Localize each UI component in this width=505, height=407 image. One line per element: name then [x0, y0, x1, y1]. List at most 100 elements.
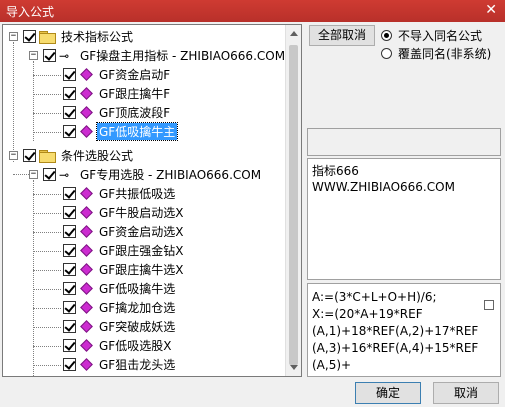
key-icon: ⊸	[59, 48, 70, 63]
formula-line: (A,3)+16*REF(A,4)+15*REF	[312, 341, 479, 355]
group-label: 条件选股公式	[61, 149, 134, 163]
expander-icon[interactable]: −	[29, 170, 38, 179]
item-label: GF跟庄强金钻X	[99, 244, 184, 258]
checkbox[interactable]	[63, 68, 76, 81]
radio-overwrite[interactable]: 覆盖同名(非系统)	[381, 45, 491, 62]
checkbox[interactable]	[63, 106, 76, 119]
subgroup-label: GF专用选股 - ZHIBIAO666.COM	[80, 168, 262, 182]
expander-icon[interactable]: −	[9, 32, 18, 41]
tree-item[interactable]: GF跟庄强金钻X	[63, 241, 185, 260]
tree-subgroup[interactable]: ⊸ GF操盘主用指标 - ZHIBIAO666.COM	[43, 46, 287, 65]
checkbox[interactable]	[63, 244, 76, 257]
formula-icon	[80, 358, 93, 371]
tree-line	[33, 365, 61, 366]
item-label: GF资金启动F	[99, 68, 171, 82]
formula-icon	[80, 125, 93, 138]
formula-icon	[80, 282, 93, 295]
tree-item[interactable]: GF低吸选股X	[63, 336, 173, 355]
folder-icon	[39, 30, 56, 44]
item-label: GF牛股启动选X	[99, 206, 184, 220]
item-label: GF跟庄擒牛F	[99, 87, 171, 101]
deselect-all-button[interactable]: 全部取消	[309, 25, 375, 46]
scroll-thumb[interactable]	[289, 45, 298, 365]
tree-item[interactable]: GF跟庄擒牛F	[63, 84, 172, 103]
title-bar: 导入公式 ✕	[0, 0, 505, 22]
formula-tree[interactable]: − 技术指标公式 − ⊸ GF操盘主用指标 - ZHIBIAO666.COM G…	[2, 24, 302, 377]
tree-line	[33, 346, 61, 347]
radio-button[interactable]	[381, 30, 392, 41]
formula-panel[interactable]: A:=(3*C+L+O+H)/6; X:=(20*A+19*REF (A,1)+…	[307, 283, 501, 377]
checkbox[interactable]	[63, 320, 76, 333]
checkbox[interactable]	[43, 49, 56, 62]
checkbox[interactable]	[63, 301, 76, 314]
expander-icon[interactable]: −	[29, 51, 38, 60]
item-label: GF擒龙加仓选	[99, 301, 176, 315]
tree-group[interactable]: 条件选股公式	[23, 146, 135, 165]
item-label: GF共振低吸选	[99, 187, 176, 201]
item-label: GF突破成妖选	[99, 320, 176, 334]
tree-item[interactable]: GF顶底波段F	[63, 103, 172, 122]
tree-item[interactable]: GF资金启动选X	[63, 222, 185, 241]
tree-group[interactable]: 技术指标公式	[23, 27, 135, 46]
tree-item[interactable]: GF擒龙加仓选	[63, 298, 177, 317]
ok-button[interactable]: 确定	[355, 382, 421, 404]
formula-icon	[80, 320, 93, 333]
item-label: GF跟庄擒牛选X	[99, 263, 184, 277]
radio-no-import[interactable]: 不导入同名公式	[381, 27, 482, 44]
radio-button[interactable]	[381, 48, 392, 59]
info-text: 指标666 WWW.ZHIBIAO666.COM	[312, 163, 455, 195]
item-label: GF低吸擒牛选	[99, 282, 176, 296]
formula-line: X:=(20*A+19*REF	[312, 307, 423, 321]
expander-icon[interactable]: −	[9, 151, 18, 160]
formula-icon	[80, 263, 93, 276]
checkbox[interactable]	[63, 339, 76, 352]
checkbox[interactable]	[43, 168, 56, 181]
tree-subgroup[interactable]: ⊸ GF专用选股 - ZHIBIAO666.COM	[43, 165, 263, 184]
checkbox[interactable]	[63, 87, 76, 100]
checkbox[interactable]	[63, 263, 76, 276]
tree-item[interactable]: GF狙击龙头选	[63, 355, 177, 374]
item-label: GF低吸选股X	[99, 339, 172, 353]
checkbox[interactable]	[63, 358, 76, 371]
checkbox[interactable]	[63, 282, 76, 295]
tree-line	[33, 327, 61, 328]
subgroup-label: GF操盘主用指标 - ZHIBIAO666.COM	[80, 49, 286, 63]
formula-icon	[80, 106, 93, 119]
formula-icon	[80, 301, 93, 314]
tree-item[interactable]: GF跟庄擒牛选X	[63, 260, 185, 279]
tree-line	[33, 270, 61, 271]
tree-line	[33, 113, 61, 114]
close-icon[interactable]: ✕	[485, 2, 497, 18]
formula-icon	[80, 187, 93, 200]
tree-line	[13, 174, 29, 175]
formula-line: (A,5)+	[312, 358, 352, 372]
tree-item[interactable]: GF低吸擒牛选	[63, 279, 177, 298]
checkbox[interactable]	[23, 30, 36, 43]
tree-line	[33, 289, 61, 290]
checkbox[interactable]	[63, 187, 76, 200]
formula-line: (A,1)+18*REF(A,2)+17*REF	[312, 324, 479, 338]
checkbox[interactable]	[63, 206, 76, 219]
tree-line	[33, 232, 61, 233]
formula-icon	[80, 68, 93, 81]
tree-line	[33, 308, 61, 309]
tree-item[interactable]: GF牛股启动选X	[63, 203, 185, 222]
tree-line	[33, 94, 61, 95]
scroll-up-icon[interactable]	[290, 31, 298, 36]
checkbox[interactable]	[63, 125, 76, 138]
checkbox[interactable]	[63, 225, 76, 238]
tree-line	[33, 75, 61, 76]
tree-item[interactable]: GF突破成妖选	[63, 317, 177, 336]
formula-checkbox[interactable]	[484, 300, 494, 310]
vertical-scrollbar[interactable]	[285, 25, 301, 376]
tree-item[interactable]: GF资金启动F	[63, 65, 172, 84]
tree-line	[33, 61, 34, 141]
tree-item[interactable]: GF共振低吸选	[63, 184, 177, 203]
checkbox[interactable]	[23, 149, 36, 162]
tree-item-selected[interactable]: GF低吸擒牛主	[63, 122, 179, 141]
item-label: GF狙击龙头选	[99, 358, 176, 372]
status-panel	[307, 128, 501, 156]
scroll-down-icon[interactable]	[290, 365, 298, 370]
cancel-button[interactable]: 取消	[433, 382, 499, 404]
tree-line	[33, 213, 61, 214]
